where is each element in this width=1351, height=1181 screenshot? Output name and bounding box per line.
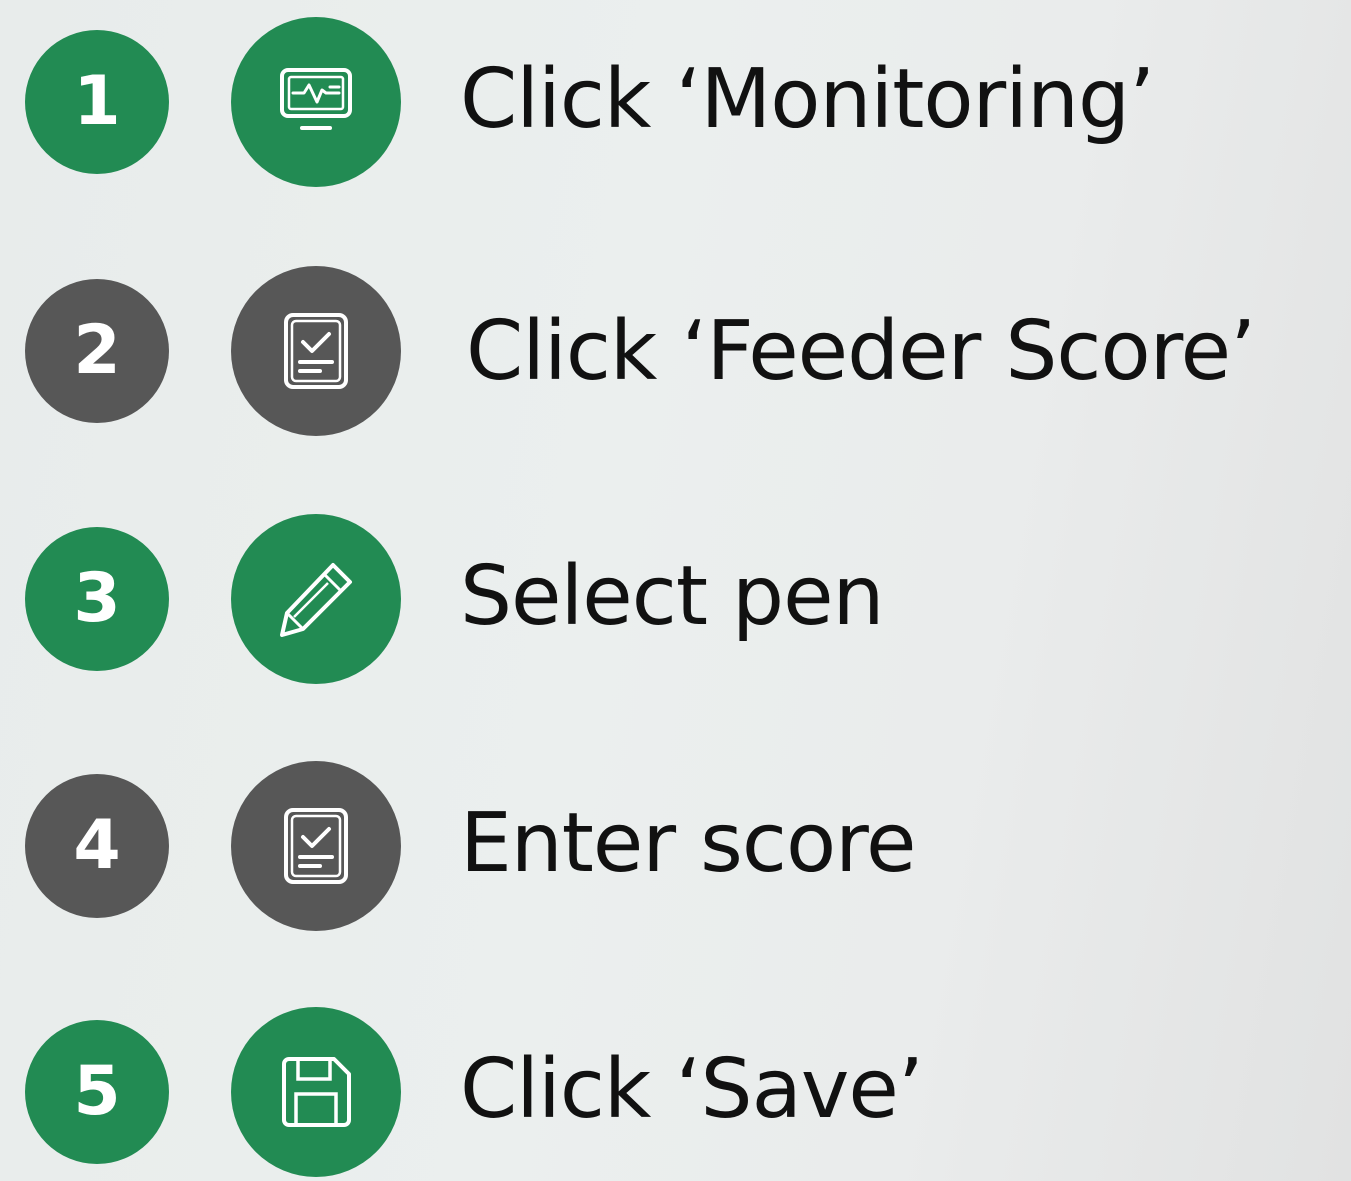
- step-label: Select pen: [460, 549, 885, 644]
- steps-list: 1 Click ‘Monitoring’ 2 Click ‘Feeder Sco: [0, 0, 1351, 1181]
- save-icon: [282, 1057, 351, 1127]
- step-label: Enter score: [460, 796, 916, 891]
- step-number-badge: 2: [25, 279, 169, 423]
- save-button[interactable]: [231, 1007, 401, 1177]
- monitor-pulse-icon: [280, 68, 352, 130]
- step-2: 2 Click ‘Feeder Score’: [0, 266, 1351, 436]
- step-label: Click ‘Save’: [460, 1042, 924, 1137]
- step-1: 1 Click ‘Monitoring’: [0, 17, 1351, 187]
- step-5: 5 Click ‘Save’: [0, 1007, 1351, 1177]
- step-number-badge: 5: [25, 1020, 169, 1164]
- step-label: Click ‘Feeder Score’: [466, 304, 1256, 399]
- enter-score-button[interactable]: [231, 761, 401, 931]
- monitoring-button[interactable]: [231, 17, 401, 187]
- pencil-icon: [280, 563, 352, 637]
- clipboard-check-icon: [284, 313, 348, 389]
- select-pen-button[interactable]: [231, 514, 401, 684]
- feeder-score-button[interactable]: [231, 266, 401, 436]
- step-number-badge: 3: [25, 527, 169, 671]
- step-4: 4 Enter score: [0, 761, 1351, 931]
- step-3: 3 Select pen: [0, 514, 1351, 684]
- clipboard-check-icon: [284, 808, 348, 884]
- step-label: Click ‘Monitoring’: [460, 52, 1155, 147]
- step-number-badge: 1: [25, 30, 169, 174]
- step-number-badge: 4: [25, 774, 169, 918]
